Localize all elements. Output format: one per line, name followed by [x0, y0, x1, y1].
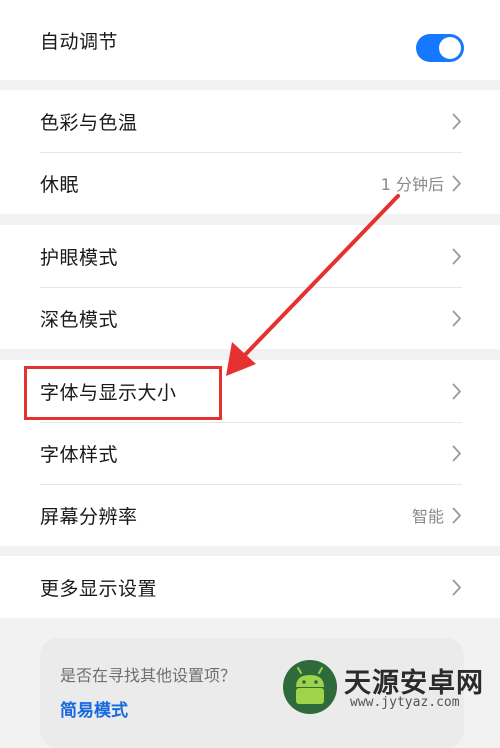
- sleep-value: 1 分钟后: [380, 175, 444, 194]
- row-label: 屏幕分辨率: [40, 505, 138, 528]
- color-sleep-group: 色彩与色温 休眠 1 分钟后: [0, 90, 500, 214]
- row-color-temperature[interactable]: 色彩与色温: [0, 90, 500, 152]
- chevron-right-icon: [452, 383, 461, 399]
- row-sleep[interactable]: 休眠 1 分钟后: [0, 152, 500, 214]
- suggestion-question: 是否在寻找其他设置项？: [60, 666, 237, 685]
- row-screen-resolution[interactable]: 屏幕分辨率 智能: [0, 484, 500, 546]
- auto-adjust-toggle[interactable]: [416, 34, 464, 62]
- row-label: 色彩与色温: [40, 111, 138, 134]
- row-more-display-settings[interactable]: 更多显示设置: [0, 556, 500, 618]
- row-label: 休眠: [40, 173, 80, 196]
- annotation-highlight-box: [24, 366, 222, 420]
- toggle-knob: [439, 37, 461, 59]
- row-label: 更多显示设置: [40, 577, 158, 600]
- chevron-right-icon: [452, 248, 461, 264]
- more-display-group: 更多显示设置: [0, 556, 500, 618]
- watermark-url: www.jytyaz.com: [350, 695, 460, 710]
- row-font-style[interactable]: 字体样式: [0, 422, 500, 484]
- row-label: 字体样式: [40, 443, 119, 466]
- chevron-right-icon: [452, 113, 461, 129]
- row-eye-comfort[interactable]: 护眼模式: [0, 225, 500, 287]
- auto-adjust-group: 自动调节: [0, 0, 500, 80]
- android-robot-icon: [283, 660, 337, 714]
- row-label: 深色模式: [40, 308, 119, 331]
- chevron-right-icon: [452, 445, 461, 461]
- simple-mode-link[interactable]: 简易模式: [60, 696, 128, 721]
- chevron-right-icon: [452, 175, 461, 191]
- resolution-value: 智能: [411, 507, 444, 526]
- row-dark-mode[interactable]: 深色模式: [0, 287, 500, 349]
- chevron-right-icon: [452, 310, 461, 326]
- chevron-right-icon: [452, 579, 461, 595]
- auto-adjust-label: 自动调节: [40, 30, 119, 53]
- row-label: 护眼模式: [40, 246, 119, 269]
- chevron-right-icon: [452, 507, 461, 523]
- eye-dark-group: 护眼模式 深色模式: [0, 225, 500, 349]
- watermark: 天源安卓网 www.jytyaz.com: [282, 657, 492, 717]
- auto-adjust-row[interactable]: 自动调节: [0, 0, 500, 80]
